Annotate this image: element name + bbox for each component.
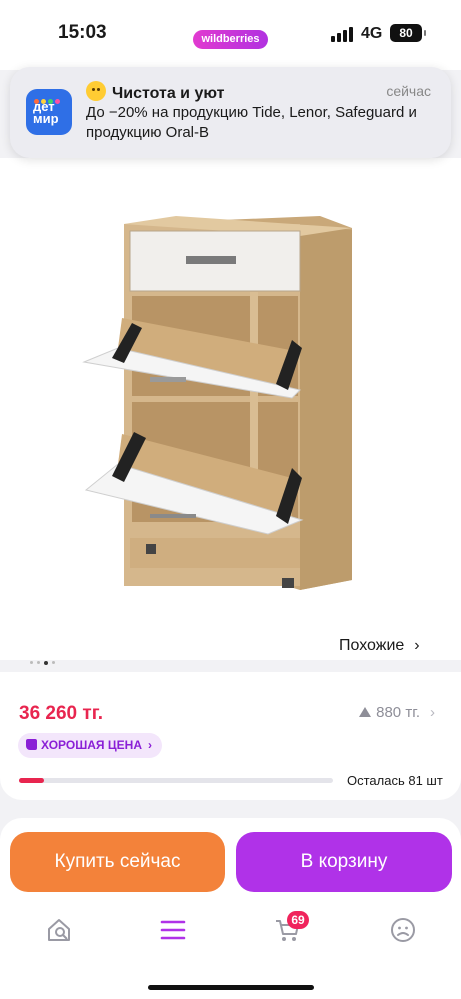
chevron-right-icon: › [414, 637, 420, 654]
thumbs-up-icon [26, 739, 37, 750]
gallery-dot[interactable] [44, 660, 48, 665]
notification-title: Чистота и уют [112, 85, 225, 102]
profile-icon[interactable] [390, 917, 416, 943]
stock-progress-fill [19, 778, 45, 783]
notification-time: сейчас [386, 83, 431, 99]
catalog-icon[interactable] [160, 917, 186, 943]
points-value: 880 тг. [376, 704, 420, 721]
gallery-dot[interactable] [30, 661, 33, 665]
detmir-app-icon: дет мир [26, 89, 72, 135]
good-price-badge[interactable]: ХОРОШАЯ ЦЕНА › [18, 733, 162, 758]
stock-progress-bar [19, 778, 333, 783]
push-notification[interactable]: дет мир Чистота и уют сейчас До −20% на … [10, 67, 451, 158]
chevron-right-icon: › [430, 704, 435, 721]
app-icon-label: дет мир [33, 99, 59, 126]
battery-icon: 80 [390, 24, 426, 42]
stock-remaining: Осталась 81 шт [347, 773, 443, 788]
similar-label: Похожие [339, 637, 405, 654]
network-type: 4G [361, 25, 383, 42]
shoe-cabinet-image [82, 216, 352, 590]
gallery-dot[interactable] [37, 661, 40, 665]
points-link[interactable]: 880 тг. › [359, 704, 435, 721]
signal-icon [331, 26, 355, 42]
gallery-dot[interactable] [52, 661, 55, 665]
add-to-cart-button[interactable]: В корзину [236, 832, 452, 892]
clock: 15:03 [58, 22, 107, 43]
points-triangle-icon [359, 707, 372, 717]
status-bar: 15:03 wildberries 4G 80 [0, 0, 461, 70]
product-price: 36 260 тг. [19, 703, 103, 724]
buy-now-button[interactable]: Купить сейчас [10, 832, 225, 892]
similar-link[interactable]: Похожие › [339, 637, 420, 655]
cart-count-badge: 69 [287, 911, 309, 929]
product-gallery[interactable] [0, 158, 461, 660]
chevron-right-icon: › [148, 738, 152, 752]
wildberries-pill[interactable]: wildberries [193, 30, 268, 49]
smiley-icon [86, 81, 106, 101]
badge-label: ХОРОШАЯ ЦЕНА [41, 738, 142, 752]
home-icon[interactable] [46, 917, 72, 943]
gallery-pagination [30, 654, 59, 672]
notification-body: До −20% на продукцию Tide, Lenor, Safegu… [86, 104, 417, 141]
notification-title-row: Чистота и уют [86, 81, 224, 103]
home-indicator [148, 985, 314, 990]
